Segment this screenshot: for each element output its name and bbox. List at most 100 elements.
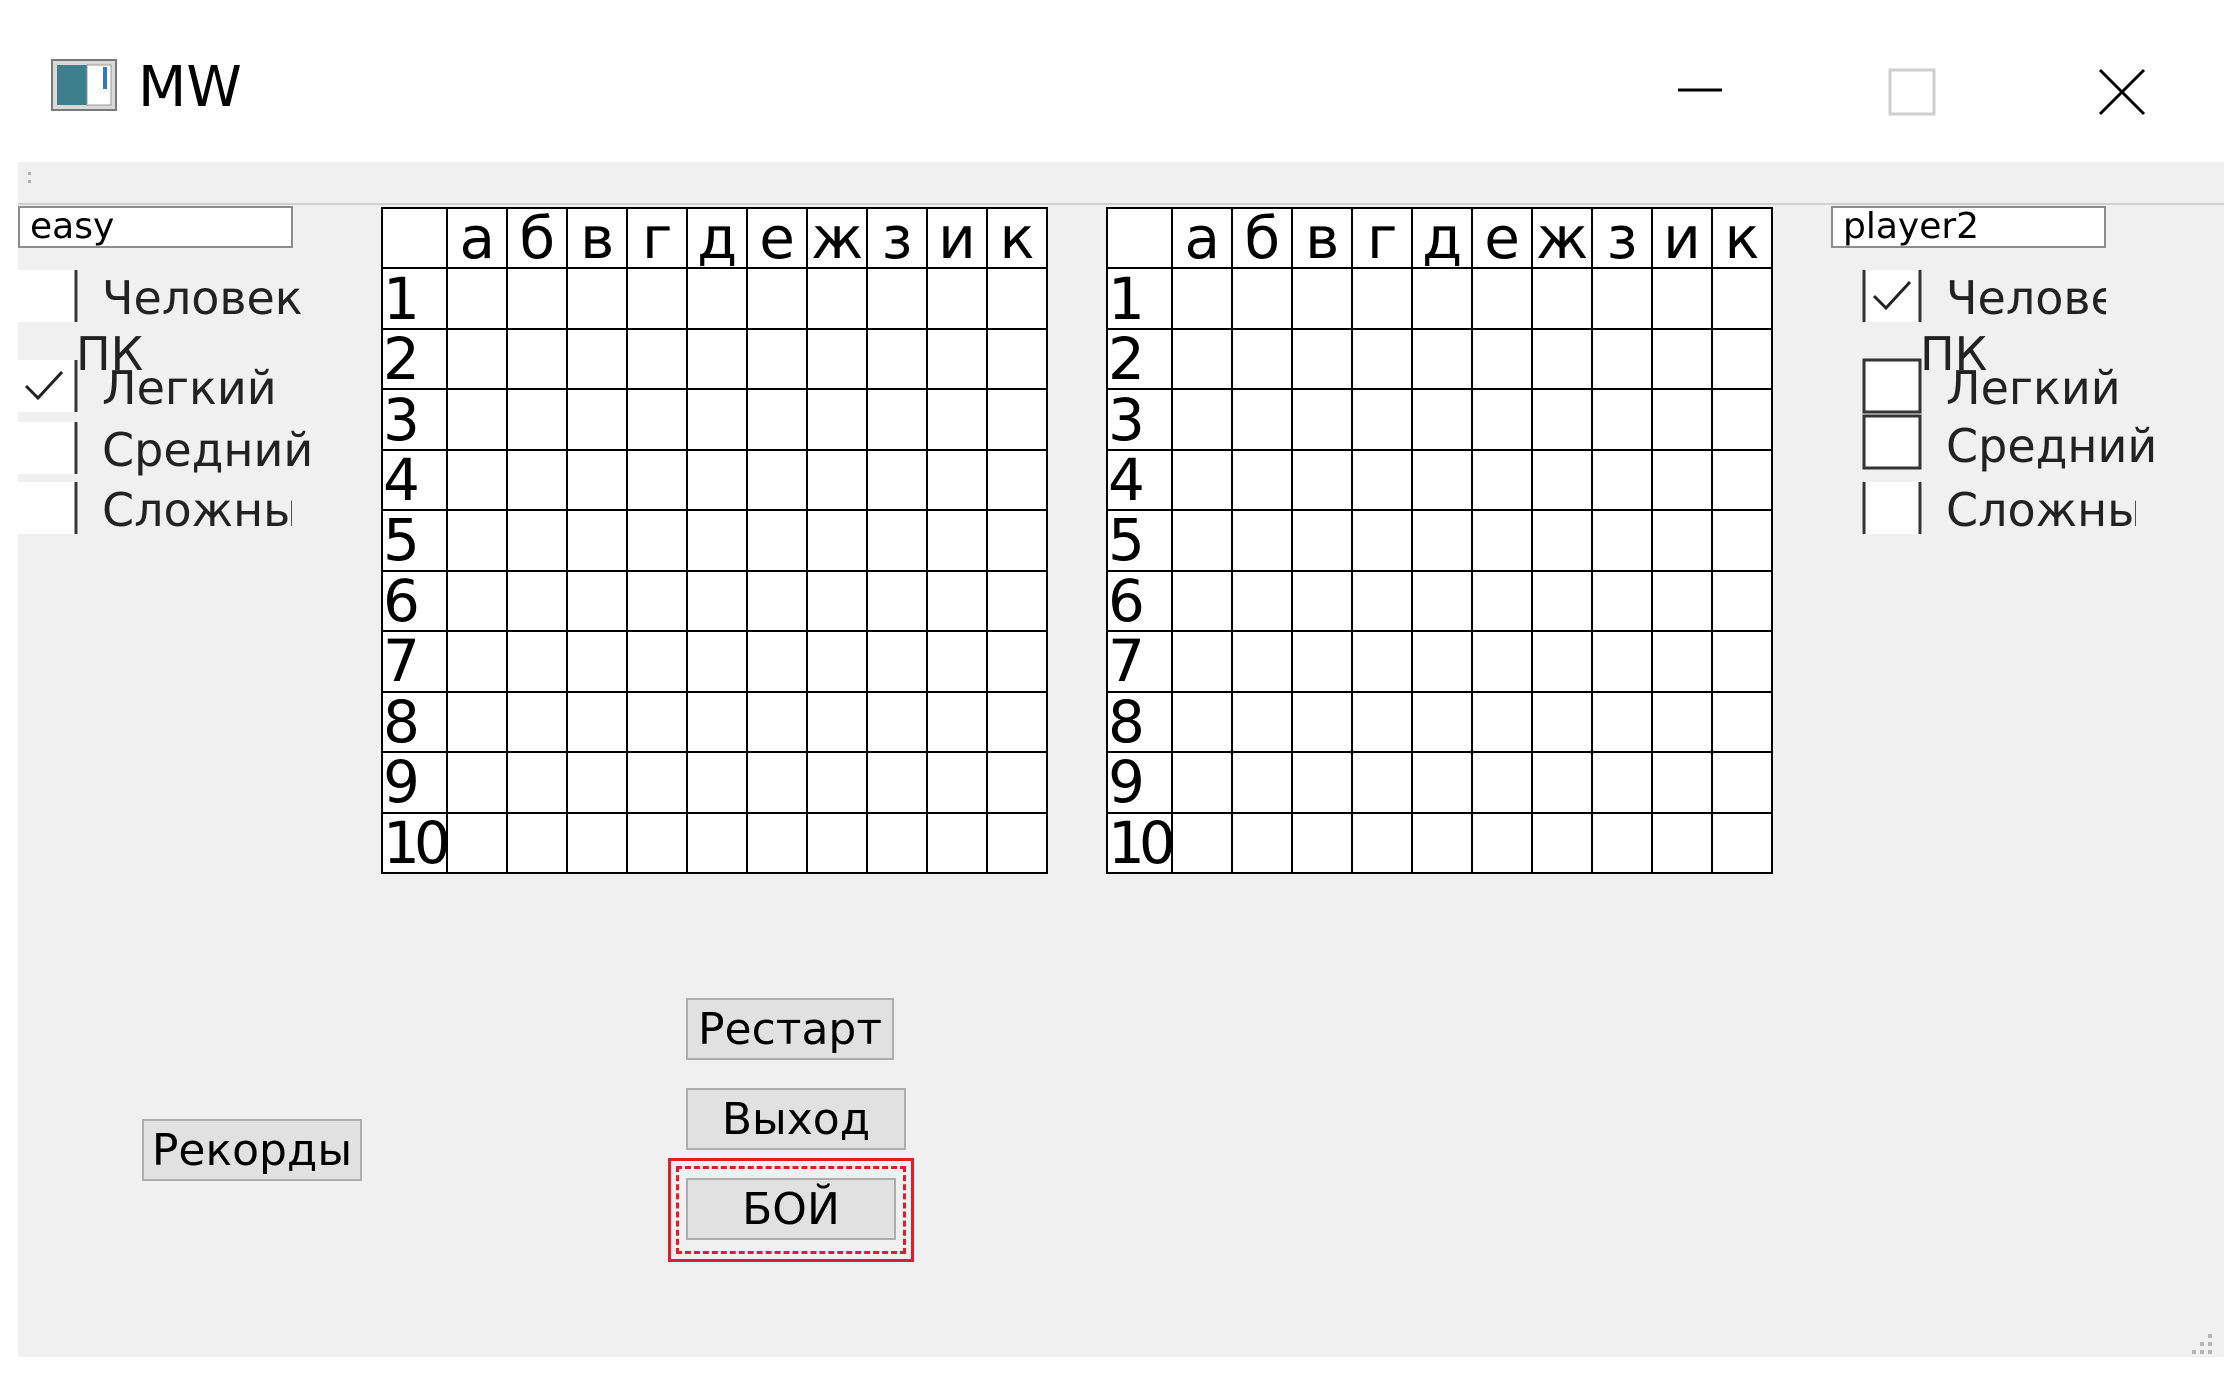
player2-board-cell[interactable] bbox=[1711, 509, 1773, 572]
player2-board-cell[interactable] bbox=[1471, 327, 1534, 391]
player2-board-cell[interactable] bbox=[1531, 388, 1594, 451]
player2-board-cell[interactable] bbox=[1471, 448, 1534, 512]
player2-board-cell[interactable] bbox=[1591, 690, 1654, 754]
player2-board-cell[interactable] bbox=[1231, 327, 1294, 391]
player1-board-cell[interactable] bbox=[686, 569, 749, 633]
player1-board-cell[interactable] bbox=[926, 751, 989, 814]
player2-board-cell[interactable] bbox=[1351, 811, 1414, 875]
player2-medium-checkbox[interactable] bbox=[1862, 414, 1922, 470]
player2-board-cell[interactable] bbox=[1231, 811, 1294, 875]
player1-board-cell[interactable] bbox=[686, 630, 749, 693]
player2-board-cell[interactable] bbox=[1471, 509, 1534, 572]
close-icon[interactable] bbox=[2090, 60, 2154, 124]
player1-board-cell[interactable] bbox=[746, 690, 809, 754]
player1-board-cell[interactable] bbox=[926, 569, 989, 633]
player1-board-cell[interactable] bbox=[806, 630, 869, 693]
player2-board-cell[interactable] bbox=[1411, 569, 1474, 633]
player2-board-cell[interactable] bbox=[1591, 509, 1654, 572]
player2-board-cell[interactable] bbox=[1711, 448, 1773, 512]
player2-board-cell[interactable] bbox=[1471, 388, 1534, 451]
player1-board-cell[interactable] bbox=[506, 509, 569, 572]
player1-board-cell[interactable] bbox=[926, 811, 989, 875]
player1-board-cell[interactable] bbox=[446, 811, 509, 875]
player1-board-cell[interactable] bbox=[566, 751, 629, 814]
player2-board-cell[interactable] bbox=[1651, 569, 1714, 633]
player1-board-cell[interactable] bbox=[686, 509, 749, 572]
player1-board-cell[interactable] bbox=[746, 569, 809, 633]
player2-board-cell[interactable] bbox=[1291, 569, 1354, 633]
player1-board-cell[interactable] bbox=[626, 630, 689, 693]
player1-board-cell[interactable] bbox=[986, 569, 1048, 633]
player1-board-cell[interactable] bbox=[806, 751, 869, 814]
player1-board-cell[interactable] bbox=[686, 388, 749, 451]
player2-board-cell[interactable] bbox=[1351, 630, 1414, 693]
exit-button[interactable]: Выход bbox=[686, 1088, 906, 1150]
player2-board-cell[interactable] bbox=[1171, 630, 1234, 693]
player2-board-cell[interactable] bbox=[1531, 811, 1594, 875]
player2-board-cell[interactable] bbox=[1531, 630, 1594, 693]
player2-board-cell[interactable] bbox=[1531, 509, 1594, 572]
player2-board-cell[interactable] bbox=[1591, 267, 1654, 330]
player2-board-cell[interactable] bbox=[1531, 751, 1594, 814]
player2-board-cell[interactable] bbox=[1711, 690, 1773, 754]
player1-board-cell[interactable] bbox=[566, 267, 629, 330]
player1-board-cell[interactable] bbox=[446, 509, 509, 572]
player2-board-cell[interactable] bbox=[1231, 751, 1294, 814]
player1-board-cell[interactable] bbox=[686, 327, 749, 391]
player1-name-input[interactable]: easy bbox=[18, 206, 293, 248]
player2-board-cell[interactable] bbox=[1411, 690, 1474, 754]
player1-board-cell[interactable] bbox=[986, 327, 1048, 391]
player2-board-cell[interactable] bbox=[1651, 630, 1714, 693]
player1-easy-checkbox[interactable] bbox=[18, 360, 78, 412]
player2-board-cell[interactable] bbox=[1531, 690, 1594, 754]
player2-board-cell[interactable] bbox=[1291, 327, 1354, 391]
player2-board-cell[interactable] bbox=[1591, 751, 1654, 814]
player1-board-cell[interactable] bbox=[626, 690, 689, 754]
player1-board-cell[interactable] bbox=[686, 690, 749, 754]
player2-board-cell[interactable] bbox=[1351, 751, 1414, 814]
player2-board-cell[interactable] bbox=[1651, 448, 1714, 512]
restart-button[interactable]: Рестарт bbox=[686, 998, 894, 1060]
player1-board-cell[interactable] bbox=[986, 811, 1048, 875]
player2-board-cell[interactable] bbox=[1231, 448, 1294, 512]
player1-board-cell[interactable] bbox=[806, 267, 869, 330]
player2-board-cell[interactable] bbox=[1411, 448, 1474, 512]
player1-board-cell[interactable] bbox=[866, 569, 929, 633]
player2-board-cell[interactable] bbox=[1471, 267, 1534, 330]
player2-board-cell[interactable] bbox=[1591, 327, 1654, 391]
player2-board-cell[interactable] bbox=[1291, 388, 1354, 451]
player1-board-cell[interactable] bbox=[986, 690, 1048, 754]
player1-board-cell[interactable] bbox=[626, 811, 689, 875]
player2-board-cell[interactable] bbox=[1651, 690, 1714, 754]
player2-board-cell[interactable] bbox=[1711, 327, 1773, 391]
player2-board-cell[interactable] bbox=[1531, 267, 1594, 330]
player2-board-cell[interactable] bbox=[1351, 509, 1414, 572]
player2-board-cell[interactable] bbox=[1351, 327, 1414, 391]
player1-board-cell[interactable] bbox=[446, 388, 509, 451]
player2-board-cell[interactable] bbox=[1351, 569, 1414, 633]
player2-board-cell[interactable] bbox=[1711, 569, 1773, 633]
player1-board-cell[interactable] bbox=[626, 751, 689, 814]
player2-board-cell[interactable] bbox=[1711, 267, 1773, 330]
player2-board-cell[interactable] bbox=[1411, 388, 1474, 451]
minimize-icon[interactable] bbox=[1668, 60, 1732, 124]
player1-board-cell[interactable] bbox=[566, 388, 629, 451]
player1-board-cell[interactable] bbox=[926, 509, 989, 572]
player1-board-cell[interactable] bbox=[626, 327, 689, 391]
player2-board-cell[interactable] bbox=[1351, 388, 1414, 451]
player1-board-cell[interactable] bbox=[626, 267, 689, 330]
resize-grip-icon[interactable] bbox=[2186, 1328, 2214, 1356]
player1-board-cell[interactable] bbox=[866, 690, 929, 754]
player2-board-cell[interactable] bbox=[1231, 690, 1294, 754]
player1-board-cell[interactable] bbox=[626, 509, 689, 572]
player1-board-cell[interactable] bbox=[746, 630, 809, 693]
player1-board-cell[interactable] bbox=[506, 388, 569, 451]
player2-board-cell[interactable] bbox=[1171, 690, 1234, 754]
player1-medium-checkbox[interactable] bbox=[18, 422, 78, 474]
player2-easy-checkbox[interactable] bbox=[1862, 358, 1922, 414]
player2-name-input[interactable]: player2 bbox=[1831, 206, 2106, 248]
player2-board-cell[interactable] bbox=[1471, 811, 1534, 875]
player2-board-cell[interactable] bbox=[1411, 751, 1474, 814]
player1-board-cell[interactable] bbox=[506, 811, 569, 875]
player1-board-cell[interactable] bbox=[806, 448, 869, 512]
